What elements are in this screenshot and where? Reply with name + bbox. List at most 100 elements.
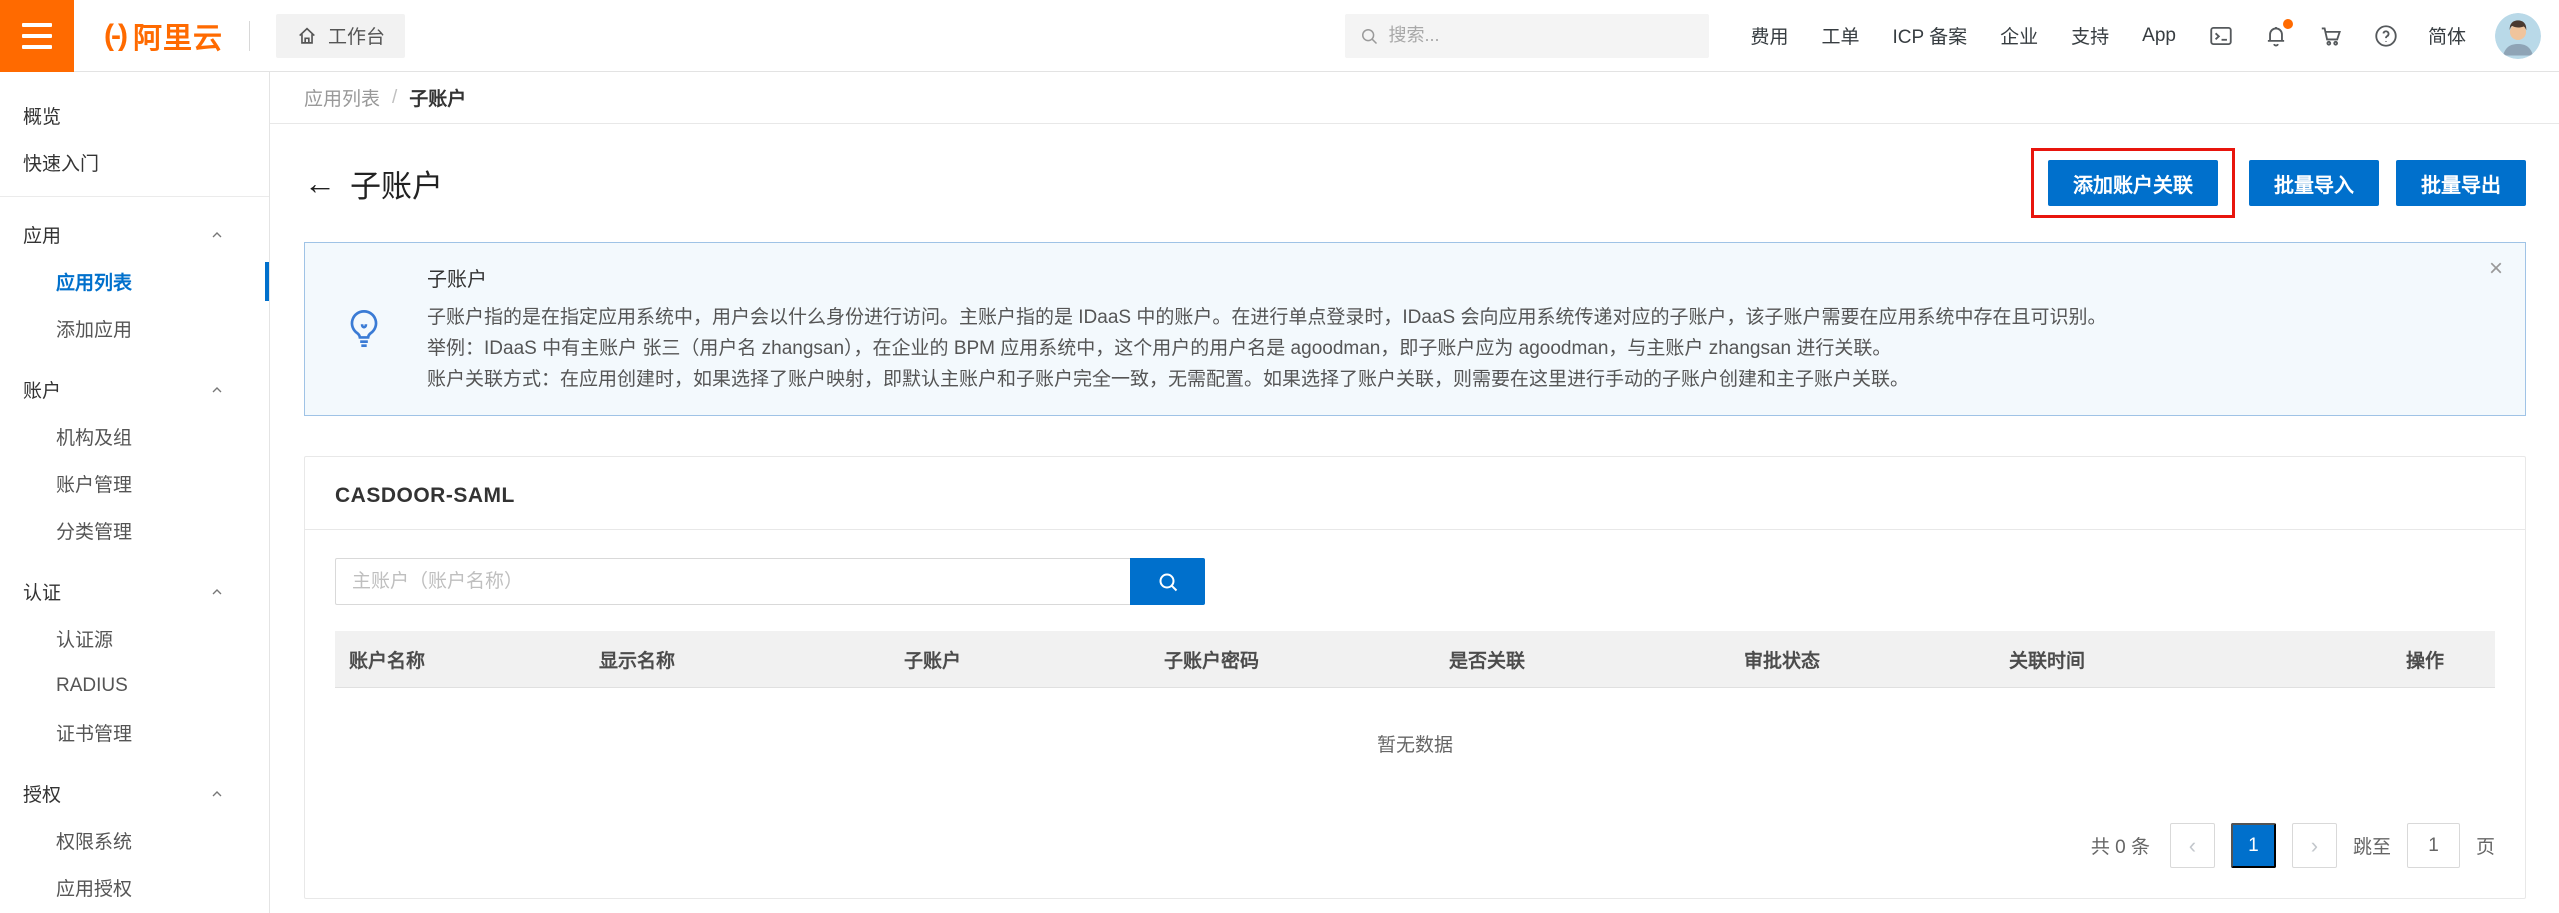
back-arrow-icon[interactable]: ← <box>304 167 336 199</box>
sidebar-group-account: 账户 机构及组 账户管理 分类管理 <box>0 366 269 554</box>
search-icon <box>1156 570 1180 594</box>
user-avatar[interactable] <box>2495 13 2541 59</box>
search-button[interactable] <box>1130 558 1205 605</box>
sidebar-item-radius[interactable]: RADIUS <box>0 662 269 709</box>
sidebar-item-add-app[interactable]: 添加应用 <box>0 305 269 352</box>
jump-to-label: 跳至 <box>2353 832 2391 859</box>
chevron-up-icon <box>209 382 225 398</box>
info-banner-line-3: 账户关联方式：在应用创建时，如果选择了账户映射，即默认主账户和子账户完全一致，无… <box>427 364 2106 395</box>
col-subaccount-password: 子账户密码 <box>1150 646 1435 673</box>
col-approval-status: 审批状态 <box>1730 646 1995 673</box>
next-page-button[interactable]: › <box>2292 823 2337 868</box>
workbench-button[interactable]: 工作台 <box>276 14 405 58</box>
nav-item-tickets[interactable]: 工单 <box>1822 22 1860 49</box>
annotation-highlight-box: 添加账户关联 <box>2031 148 2235 218</box>
sidebar-group-authentication-header[interactable]: 认证 <box>0 568 269 615</box>
prev-page-button[interactable]: ‹ <box>2170 823 2215 868</box>
subaccount-table: 账户名称 显示名称 子账户 子账户密码 是否关联 审批状态 关联时间 操作 暂无… <box>335 631 2495 807</box>
col-link-time: 关联时间 <box>1995 646 2355 673</box>
info-banner-content: 子账户 子账户指的是在指定应用系统中，用户会以什么身份进行访问。主账户指的是 I… <box>427 263 2106 395</box>
sidebar-item-org-groups[interactable]: 机构及组 <box>0 413 269 460</box>
language-switch[interactable]: 简体 <box>2428 22 2466 49</box>
global-search <box>1345 14 1709 58</box>
topbar-nav: 费用 工单 ICP 备案 企业 支持 App <box>1751 22 2176 49</box>
pagination-total: 共 0 条 <box>2091 832 2150 859</box>
close-icon[interactable]: × <box>2489 257 2503 281</box>
card-title: CASDOOR-SAML <box>335 484 515 507</box>
topbar: (-) 阿里云 工作台 费用 工单 ICP 备案 企业 支持 App <box>0 0 2559 72</box>
main-area: 概览 快速入门 应用 应用列表 添加应用 账户 机构及组 账户管理 分类管理 <box>0 72 2559 913</box>
page-actions: 添加账户关联 批量导入 批量导出 <box>2031 148 2526 218</box>
sidebar-group-authorization: 授权 权限系统 应用授权 <box>0 770 269 911</box>
nav-item-app[interactable]: App <box>2142 25 2176 47</box>
jump-to-page-input[interactable] <box>2407 823 2460 868</box>
col-operation: 操作 <box>2355 646 2495 673</box>
app-root: (-) 阿里云 工作台 费用 工单 ICP 备案 企业 支持 App <box>0 0 2559 913</box>
sidebar-item-category-mgmt[interactable]: 分类管理 <box>0 507 269 554</box>
col-account-name: 账户名称 <box>335 646 585 673</box>
pagination: 共 0 条 ‹ 1 › 跳至 页 <box>305 807 2525 898</box>
alibaba-cloud-logo-text: 阿里云 <box>133 15 223 57</box>
breadcrumb-separator: / <box>392 87 397 109</box>
sidebar-item-overview[interactable]: 概览 <box>0 92 269 139</box>
info-banner-line-2: 举例：IDaaS 中有主账户 张三（用户名 zhangsan），在企业的 BPM… <box>427 333 2106 364</box>
nav-item-enterprise[interactable]: 企业 <box>2000 22 2038 49</box>
sidebar-item-permission-system[interactable]: 权限系统 <box>0 817 269 864</box>
page-title-row: ← 子账户 添加账户关联 批量导入 批量导出 <box>304 148 2526 218</box>
global-search-input[interactable] <box>1389 25 1695 46</box>
nav-item-fees[interactable]: 费用 <box>1751 22 1789 49</box>
card-search-bar <box>305 530 2525 605</box>
help-icon[interactable] <box>2373 23 2399 49</box>
col-subaccount: 子账户 <box>890 646 1150 673</box>
col-display-name: 显示名称 <box>585 646 890 673</box>
table-empty-state: 暂无数据 <box>335 688 2495 807</box>
chevron-up-icon <box>209 584 225 600</box>
batch-import-button[interactable]: 批量导入 <box>2249 160 2379 206</box>
batch-export-button[interactable]: 批量导出 <box>2396 160 2526 206</box>
breadcrumb-current: 子账户 <box>409 84 466 111</box>
page-title: 子账户 <box>350 161 443 206</box>
info-banner-line-1: 子账户指的是在指定应用系统中，用户会以什么身份进行访问。主账户指的是 IDaaS… <box>427 302 2106 333</box>
hamburger-menu-button[interactable] <box>0 0 74 72</box>
current-page-button[interactable]: 1 <box>2231 823 2276 868</box>
sidebar: 概览 快速入门 应用 应用列表 添加应用 账户 机构及组 账户管理 分类管理 <box>0 72 270 913</box>
sidebar-group-authentication: 认证 认证源 RADIUS 证书管理 <box>0 568 269 756</box>
table-header-row: 账户名称 显示名称 子账户 子账户密码 是否关联 审批状态 关联时间 操作 <box>335 631 2495 688</box>
card-header: CASDOOR-SAML <box>305 457 2525 530</box>
sidebar-group-application: 应用 应用列表 添加应用 <box>0 211 269 352</box>
content-area: 应用列表 / 子账户 ← 子账户 添加账户关联 批量导入 批量导出 <box>270 72 2559 913</box>
chevron-up-icon <box>209 786 225 802</box>
topbar-divider <box>249 21 250 51</box>
lightbulb-icon <box>341 306 387 352</box>
add-account-link-button[interactable]: 添加账户关联 <box>2048 160 2218 206</box>
terminal-icon[interactable] <box>2208 23 2234 49</box>
sidebar-item-app-list[interactable]: 应用列表 <box>0 258 269 305</box>
alibaba-cloud-logo-icon: (-) <box>104 19 125 53</box>
cart-icon[interactable] <box>2318 23 2344 49</box>
sidebar-group-application-header[interactable]: 应用 <box>0 211 269 258</box>
page-unit-label: 页 <box>2476 832 2495 859</box>
col-linked: 是否关联 <box>1435 646 1730 673</box>
sidebar-item-auth-source[interactable]: 认证源 <box>0 615 269 662</box>
sidebar-item-app-authorization[interactable]: 应用授权 <box>0 864 269 911</box>
breadcrumb-app-list[interactable]: 应用列表 <box>304 84 380 111</box>
hamburger-icon <box>22 23 52 27</box>
sidebar-item-quickstart[interactable]: 快速入门 <box>0 139 269 186</box>
notification-bell-icon[interactable] <box>2263 23 2289 49</box>
sidebar-group-authorization-header[interactable]: 授权 <box>0 770 269 817</box>
nav-item-support[interactable]: 支持 <box>2071 22 2109 49</box>
subaccount-card: CASDOOR-SAML 账户名称 显示名称 子账户 子账户密 <box>304 456 2526 899</box>
workbench-label: 工作台 <box>328 22 385 49</box>
breadcrumb: 应用列表 / 子账户 <box>270 72 2559 124</box>
nav-item-icp[interactable]: ICP 备案 <box>1893 22 1968 49</box>
info-banner-title: 子账户 <box>427 263 2106 292</box>
home-icon <box>296 25 318 47</box>
sidebar-item-cert-mgmt[interactable]: 证书管理 <box>0 709 269 756</box>
info-banner: 子账户 子账户指的是在指定应用系统中，用户会以什么身份进行访问。主账户指的是 I… <box>304 242 2526 416</box>
alibaba-cloud-logo[interactable]: (-) 阿里云 <box>104 15 223 57</box>
page-body: ← 子账户 添加账户关联 批量导入 批量导出 <box>270 124 2559 913</box>
sidebar-item-account-mgmt[interactable]: 账户管理 <box>0 460 269 507</box>
search-icon <box>1359 26 1379 46</box>
sidebar-group-account-header[interactable]: 账户 <box>0 366 269 413</box>
primary-account-search-input[interactable] <box>335 558 1130 605</box>
